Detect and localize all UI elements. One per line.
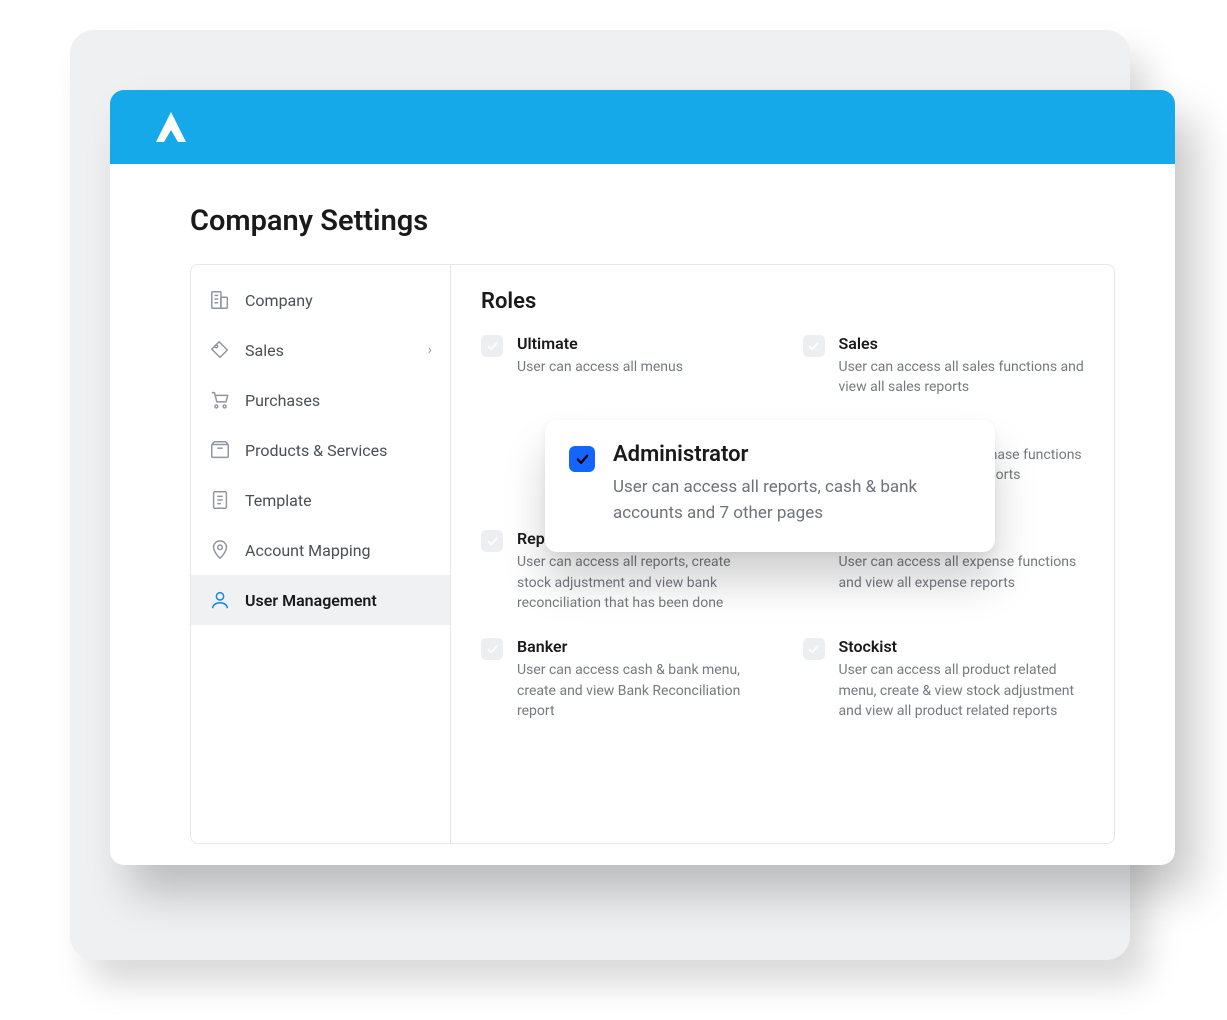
checkbox-icon[interactable] — [481, 530, 503, 552]
checkbox-checked-icon[interactable] — [569, 446, 595, 472]
sidebar-item-user-management[interactable]: User Management — [191, 575, 450, 625]
role-desc: User can access cash & bank menu, create… — [517, 660, 763, 721]
checkbox-icon[interactable] — [481, 638, 503, 660]
role-desc: User can access all product related menu… — [839, 660, 1085, 721]
role-desc: User can access all reports, cash & bank… — [613, 475, 969, 526]
role-option-stockist[interactable]: Stockist User can access all product rel… — [803, 637, 1085, 721]
cart-icon — [209, 389, 231, 411]
box-icon — [209, 439, 231, 461]
section-title: Roles — [481, 289, 1084, 314]
selected-role-card[interactable]: Administrator User can access all report… — [545, 420, 995, 552]
sidebar-item-template[interactable]: Template — [191, 475, 450, 525]
role-desc: User can access all sales functions and … — [839, 357, 1085, 398]
role-name: Administrator — [613, 442, 969, 467]
checkbox-icon[interactable] — [481, 335, 503, 357]
pin-icon — [209, 539, 231, 561]
role-name: Banker — [517, 637, 763, 656]
sidebar-item-label: Purchases — [245, 391, 320, 410]
topbar — [110, 90, 1175, 164]
settings-panel: Company Sales › Purchases Products & Ser… — [190, 264, 1115, 844]
user-icon — [209, 589, 231, 611]
sidebar-item-account-mapping[interactable]: Account Mapping — [191, 525, 450, 575]
role-desc: User can access all menus — [517, 357, 683, 377]
sidebar-item-label: Sales — [245, 341, 284, 360]
sidebar-item-label: User Management — [245, 591, 377, 610]
building-icon — [209, 289, 231, 311]
roles-panel: Roles Ultimate User can access all menus — [451, 265, 1114, 843]
role-name: Ultimate — [517, 334, 683, 353]
checkbox-icon[interactable] — [803, 638, 825, 660]
sidebar-item-company[interactable]: Company — [191, 275, 450, 325]
sidebar-item-purchases[interactable]: Purchases — [191, 375, 450, 425]
role-name: Stockist — [839, 637, 1085, 656]
sidebar-item-label: Products & Services — [245, 441, 387, 460]
tag-icon — [209, 339, 231, 361]
role-desc: User can access all reports, create stoc… — [517, 552, 763, 613]
role-option-ultimate[interactable]: Ultimate User can access all menus — [481, 334, 763, 398]
page-title: Company Settings — [190, 204, 1115, 238]
chevron-right-icon: › — [428, 342, 432, 358]
sidebar-item-products-services[interactable]: Products & Services — [191, 425, 450, 475]
logo-icon — [148, 104, 194, 150]
settings-sidebar: Company Sales › Purchases Products & Ser… — [191, 265, 451, 843]
role-desc: User can access all expense functions an… — [839, 552, 1085, 593]
sidebar-item-label: Company — [245, 291, 313, 310]
role-name: Sales — [839, 334, 1085, 353]
sidebar-item-label: Account Mapping — [245, 541, 371, 560]
document-icon — [209, 489, 231, 511]
sidebar-item-label: Template — [245, 491, 312, 510]
role-option-banker[interactable]: Banker User can access cash & bank menu,… — [481, 637, 763, 721]
checkbox-icon[interactable] — [803, 335, 825, 357]
role-option-sales[interactable]: Sales User can access all sales function… — [803, 334, 1085, 398]
sidebar-item-sales[interactable]: Sales › — [191, 325, 450, 375]
